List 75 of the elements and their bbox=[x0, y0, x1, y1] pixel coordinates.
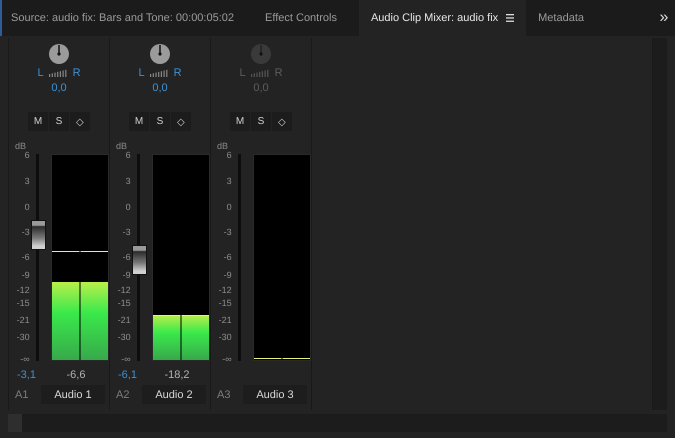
db-unit-label: dB bbox=[15, 141, 26, 151]
track-id: A1 bbox=[15, 388, 30, 400]
scale-tick-label: -∞ bbox=[121, 354, 131, 364]
scale-tick-label: -9 bbox=[22, 270, 30, 280]
pan-right-label: R bbox=[174, 67, 182, 79]
fader-thumb[interactable] bbox=[30, 220, 46, 250]
scale-tick-label: 6 bbox=[226, 150, 232, 160]
pan-value[interactable]: 0,0 bbox=[152, 82, 168, 94]
fader-track[interactable] bbox=[130, 154, 146, 361]
scale-tick-label: 0 bbox=[24, 202, 30, 212]
db-unit-label: dB bbox=[217, 141, 228, 151]
scale-tick-label: -15 bbox=[118, 298, 131, 308]
scale-tick-label: 3 bbox=[226, 176, 232, 186]
scale-tick-label: -30 bbox=[218, 332, 232, 342]
volume-value[interactable]: -3,1 bbox=[17, 369, 53, 381]
peak-value: -6,6 bbox=[66, 369, 86, 381]
fader-thumb[interactable] bbox=[132, 244, 147, 275]
channel-toggle-button[interactable]: S bbox=[150, 112, 170, 131]
track-name: Audio 2 bbox=[142, 385, 206, 404]
track-id: A2 bbox=[116, 388, 130, 400]
channel-toggle-button[interactable]: ◇ bbox=[171, 112, 191, 131]
channel-toggle-button[interactable]: S bbox=[49, 112, 69, 131]
scale-tick-label: -21 bbox=[16, 315, 30, 325]
pan-bars-icon bbox=[48, 69, 68, 77]
scale-tick-label: -6 bbox=[122, 252, 131, 262]
scale-tick-label: 0 bbox=[226, 202, 232, 212]
scale-tick-label: -9 bbox=[224, 270, 232, 280]
scale-tick-label: -∞ bbox=[20, 354, 30, 364]
pan-left-label: L bbox=[239, 67, 246, 79]
menu-icon[interactable] bbox=[506, 14, 514, 22]
scale-tick-label: -15 bbox=[218, 298, 232, 308]
panel-tab[interactable]: Effect Controls bbox=[243, 0, 359, 36]
panel-tab[interactable]: Metadata bbox=[526, 0, 596, 36]
scale-tick-label: -21 bbox=[218, 315, 232, 325]
scale-tick-label: 3 bbox=[126, 176, 131, 186]
channel-toggle-button[interactable]: ◇ bbox=[70, 112, 90, 131]
scale-tick-label: -3 bbox=[122, 227, 131, 237]
panel-tab[interactable]: Source: audio fix: Bars and Tone: 00:00:05:02 bbox=[2, 0, 244, 36]
pan-left-label: L bbox=[37, 67, 44, 79]
track-name: Audio 3 bbox=[243, 385, 307, 404]
scale-tick-label: -12 bbox=[16, 285, 30, 295]
track-id: A3 bbox=[217, 388, 232, 400]
scale-tick-label: -3 bbox=[224, 227, 232, 237]
db-unit-label: dB bbox=[116, 141, 128, 151]
fader-track[interactable] bbox=[30, 154, 45, 361]
pan-bars-icon bbox=[150, 69, 169, 77]
pan-value[interactable]: 0,0 bbox=[51, 82, 67, 94]
pan-knob[interactable] bbox=[49, 44, 69, 64]
scale-tick-label: -15 bbox=[16, 298, 30, 308]
scale-tick-label: -12 bbox=[118, 285, 131, 295]
track-name: Audio 1 bbox=[41, 385, 105, 404]
scale-tick-label: -3 bbox=[22, 227, 30, 237]
scale-tick-label: 6 bbox=[126, 150, 131, 160]
scale-tick-label: -21 bbox=[118, 315, 131, 325]
scale-tick-label: 3 bbox=[24, 176, 30, 186]
channel-toggle-button[interactable]: M bbox=[129, 112, 149, 131]
scale-tick-label: 6 bbox=[24, 150, 30, 160]
panel-tab[interactable]: Audio Clip Mixer: audio fix bbox=[358, 0, 526, 36]
pan-right-label: R bbox=[72, 67, 81, 79]
scale-tick-label: -12 bbox=[218, 285, 232, 295]
scale-tick-label: -30 bbox=[16, 332, 30, 342]
scale-tick-label: -6 bbox=[22, 252, 30, 262]
pan-bars-icon bbox=[250, 69, 270, 77]
tab-overflow-button[interactable]: » bbox=[653, 0, 675, 36]
scale-tick-label: -9 bbox=[122, 270, 131, 280]
volume-value[interactable]: -6,1 bbox=[118, 369, 154, 381]
pan-left-label: L bbox=[138, 67, 145, 79]
pan-knob[interactable] bbox=[150, 44, 170, 64]
channel-toggle-button[interactable]: M bbox=[28, 112, 48, 131]
scale-tick-label: -6 bbox=[224, 252, 232, 262]
scale-tick-label: -30 bbox=[118, 332, 131, 342]
scale-tick-label: 0 bbox=[126, 202, 131, 212]
peak-value: -18,2 bbox=[163, 369, 191, 381]
pan-right-label: R bbox=[274, 67, 283, 79]
scale-tick-label: -∞ bbox=[222, 354, 232, 364]
